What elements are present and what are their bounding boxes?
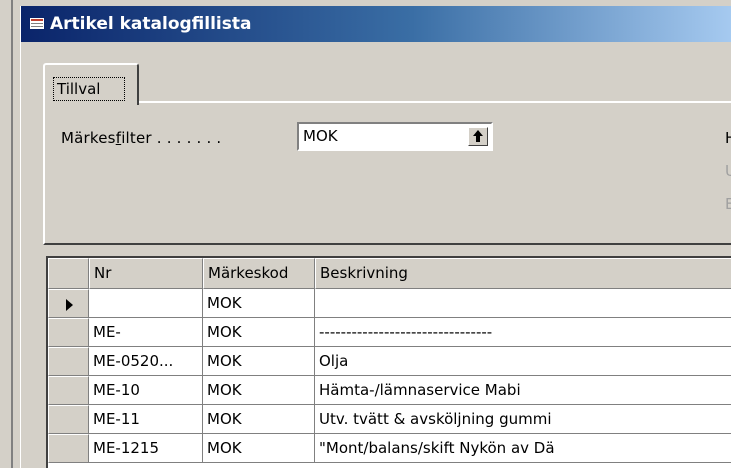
cut-off-label-2: U bbox=[725, 162, 731, 180]
table-cell-brand-code[interactable]: MOK bbox=[203, 289, 315, 318]
table-cell-nr[interactable]: ME-11 bbox=[89, 405, 203, 434]
table-cell-description[interactable]: Hämta-/lämnaservice Mabi bbox=[315, 376, 731, 405]
item-table[interactable]: Nr Märkeskod Beskrivning MOK ME- MOK ---… bbox=[46, 256, 731, 468]
table-cell-description[interactable]: "Mont/balans/skift Nykön av Dä bbox=[315, 434, 731, 463]
row-selector[interactable] bbox=[48, 347, 89, 376]
table-cell-description[interactable]: Olja bbox=[315, 347, 731, 376]
background-divider bbox=[11, 0, 13, 468]
header-select-column bbox=[48, 258, 89, 289]
table-window-icon[interactable] bbox=[29, 17, 45, 30]
table-cell-description[interactable]: -------------------------------- bbox=[315, 318, 731, 347]
column-header-description[interactable]: Beskrivning bbox=[315, 258, 731, 289]
window-title: Artikel katalogfillista bbox=[50, 14, 252, 34]
table-cell-brand-code[interactable]: MOK bbox=[203, 318, 315, 347]
row-selector[interactable] bbox=[48, 318, 89, 347]
table-cell-brand-code[interactable]: MOK bbox=[203, 405, 315, 434]
table-cell-description[interactable] bbox=[315, 289, 731, 318]
table-cell-nr[interactable] bbox=[89, 289, 203, 318]
lookup-button[interactable] bbox=[468, 127, 488, 146]
tab-label: Tillval bbox=[57, 80, 101, 98]
cut-off-label-1: H bbox=[725, 129, 731, 147]
table-cell-brand-code[interactable]: MOK bbox=[203, 434, 315, 463]
column-header-brand-code[interactable]: Märkeskod bbox=[203, 258, 315, 289]
title-bar[interactable]: Artikel katalogfillista bbox=[21, 6, 731, 42]
catalog-list-window: Artikel katalogfillista Tillval Märkesfi… bbox=[20, 6, 731, 468]
row-selector[interactable] bbox=[48, 376, 89, 405]
table-cell-description[interactable]: Utv. tvätt & avsköljning gummi bbox=[315, 405, 731, 434]
row-selector[interactable] bbox=[48, 434, 89, 463]
table-cell-nr[interactable]: ME-0520... bbox=[89, 347, 203, 376]
table-cell-nr[interactable]: ME- bbox=[89, 318, 203, 347]
table-cell-brand-code[interactable]: MOK bbox=[203, 376, 315, 405]
row-selector[interactable] bbox=[48, 289, 89, 318]
cut-off-label-3: E bbox=[725, 195, 731, 213]
table-cell-nr[interactable]: ME-10 bbox=[89, 376, 203, 405]
brand-filter-input[interactable]: MOK bbox=[297, 122, 493, 151]
brand-filter-label: Märkesfilter . . . . . . . bbox=[61, 129, 222, 147]
row-selector[interactable] bbox=[48, 405, 89, 434]
background-strip-left bbox=[0, 0, 20, 468]
current-row-icon bbox=[66, 299, 73, 311]
table-cell-nr[interactable]: ME-1215 bbox=[89, 434, 203, 463]
column-header-nr[interactable]: Nr bbox=[89, 258, 203, 289]
tab-tillval[interactable]: Tillval bbox=[43, 63, 139, 105]
table-cell-brand-code[interactable]: MOK bbox=[203, 347, 315, 376]
brand-filter-value: MOK bbox=[303, 127, 338, 145]
